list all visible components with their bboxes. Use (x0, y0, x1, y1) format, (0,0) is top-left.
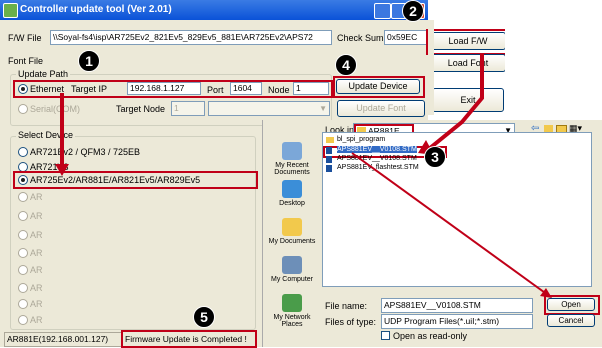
arrow-file-to-open (351, 152, 549, 296)
step-5-badge: 5 (193, 306, 215, 328)
step-1-badge: 1 (78, 50, 100, 72)
arrow-loadfw-to-file (428, 54, 484, 150)
step-3-badge: 3 (424, 146, 446, 168)
arrow-head-device (55, 164, 69, 176)
step-2-badge: 2 (402, 0, 424, 22)
step-4-badge: 4 (335, 54, 357, 76)
